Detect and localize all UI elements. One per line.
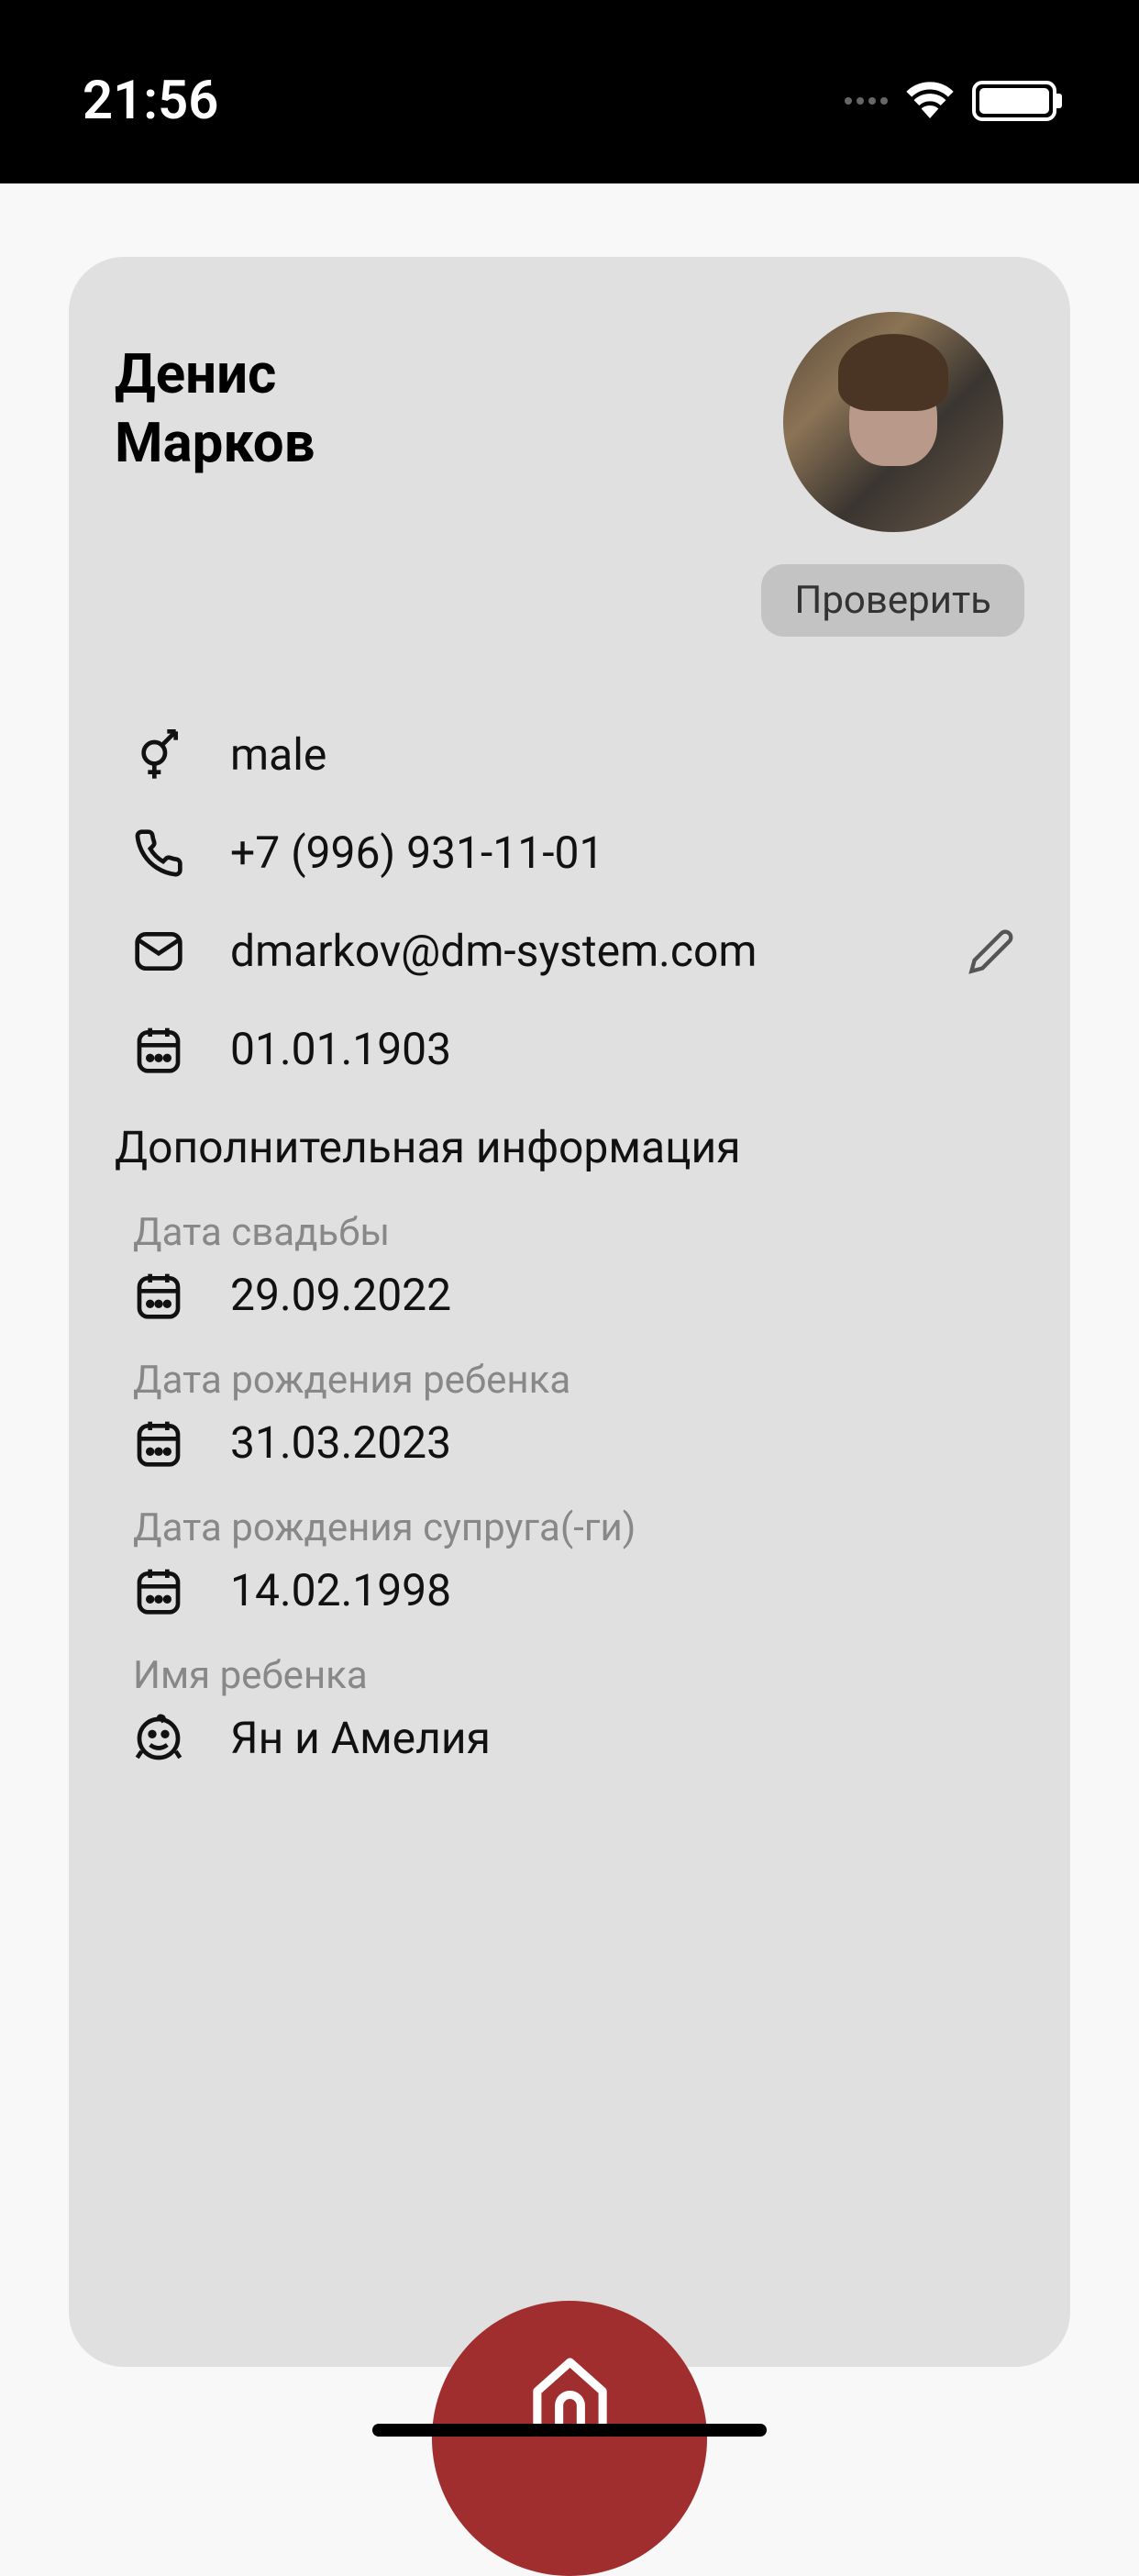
wedding-date-value: 29.09.2022 [230,1269,451,1321]
calendar-icon [133,1024,184,1075]
status-bar: 21:56 [0,0,1139,183]
status-indicators [845,80,1056,122]
last-name: Марков [115,408,315,477]
phone-value: +7 (996) 931-11-01 [230,827,603,879]
card-header: Денис Марков Проверить [115,312,1024,637]
calendar-icon [133,1417,184,1469]
email-icon [133,926,184,977]
email-row: dmarkov@dm-system.com [133,925,1024,977]
bottom-nav [0,2301,1139,2466]
email-value: dmarkov@dm-system.com [230,925,757,977]
child-birth-label: Дата рождения ребенка [115,1358,1024,1403]
spouse-birth-row: 14.02.1998 [115,1564,1024,1616]
calendar-icon [133,1565,184,1616]
profile-card: Денис Марков Проверить [69,257,1070,2367]
child-name-row: Ян и Амелия [115,1712,1024,1764]
verify-button[interactable]: Проверить [761,564,1024,637]
avatar[interactable] [783,312,1003,532]
child-birth-value: 31.03.2023 [230,1416,451,1469]
first-name: Денис [115,339,315,408]
birthdate-value: 01.01.1903 [230,1023,451,1075]
spouse-birth-label: Дата рождения супруга(-ги) [115,1505,1024,1550]
avatar-section: Проверить [761,312,1024,637]
battery-icon [972,81,1056,121]
edit-email-button[interactable] [968,927,1015,975]
child-name-label: Имя ребенка [115,1653,1024,1698]
child-birth-row: 31.03.2023 [115,1416,1024,1469]
calendar-icon [133,1270,184,1321]
status-time: 21:56 [83,70,218,132]
gender-icon [133,729,184,781]
info-list: male +7 (996) 931-11-01 dmarkov@dm- [115,728,1024,1075]
birthdate-row: 01.01.1903 [133,1023,1024,1075]
content-area: Денис Марков Проверить [0,183,1139,2367]
profile-name: Денис Марков [115,312,315,477]
gender-value: male [230,728,326,781]
wedding-date-label: Дата свадьбы [115,1210,1024,1255]
baby-icon [133,1713,184,1764]
phone-icon [133,827,184,879]
spouse-birth-value: 14.02.1998 [230,1564,451,1616]
home-button[interactable] [432,2301,707,2576]
wedding-date-row: 29.09.2022 [115,1269,1024,1321]
wifi-icon [904,80,956,122]
phone-row: +7 (996) 931-11-01 [133,827,1024,879]
gender-row: male [133,728,1024,781]
child-name-value: Ян и Амелия [230,1712,491,1764]
cellular-dots-icon [845,97,888,105]
additional-info-title: Дополнительная информация [115,1121,1024,1173]
home-indicator [372,2424,767,2437]
